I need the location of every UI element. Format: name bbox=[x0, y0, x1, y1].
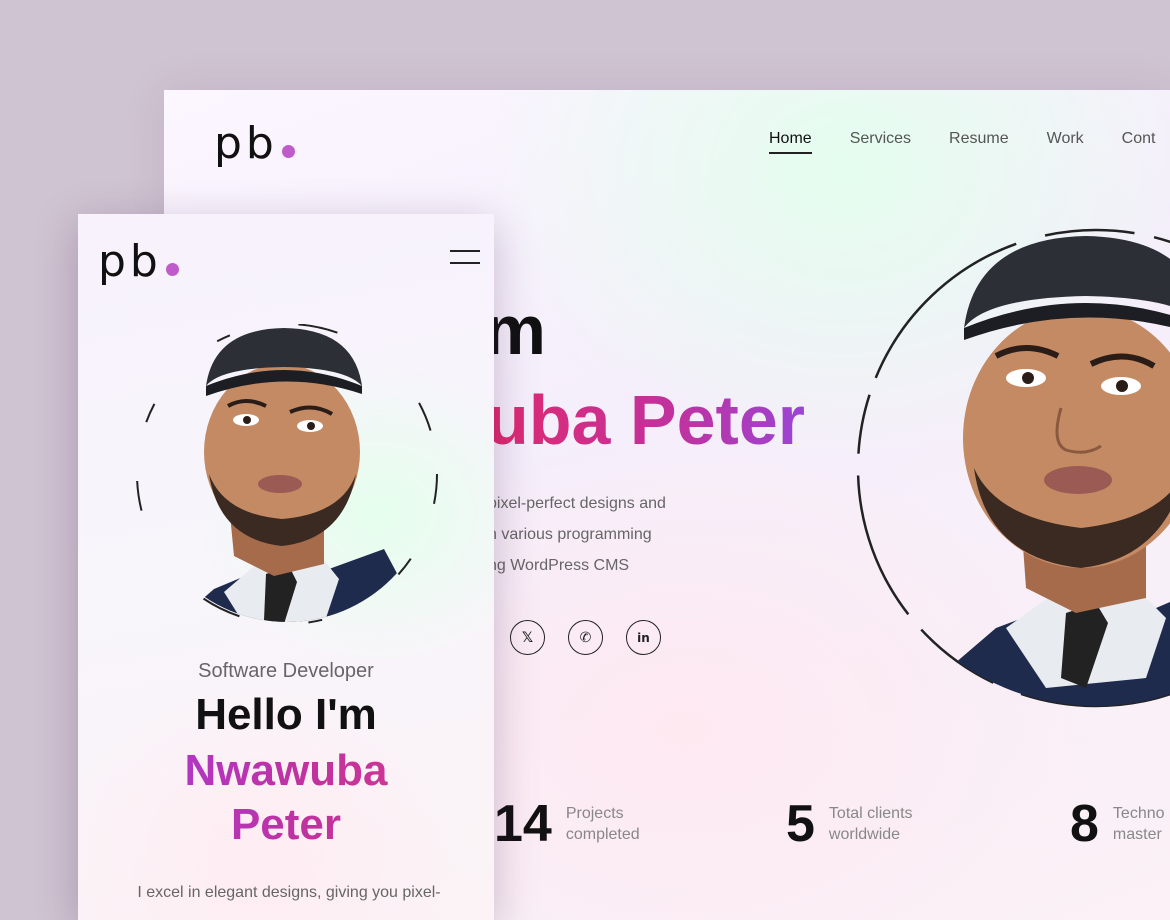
hero-portrait-avatar bbox=[136, 324, 438, 624]
stat-label: Techno master bbox=[1112, 805, 1165, 843]
logo-text: pb bbox=[214, 118, 278, 169]
hero-name-first: Nwawuba bbox=[184, 746, 388, 795]
hero-bio-line: n various programming bbox=[488, 526, 652, 543]
nav-contact[interactable]: Cont bbox=[1122, 130, 1156, 154]
mobile-preview: pb Software Developer Hello I'm Nwawuba … bbox=[78, 214, 494, 920]
stat-number: 14 bbox=[494, 795, 552, 853]
hero-name: uba Peter bbox=[486, 381, 805, 459]
stat-number: 5 bbox=[786, 795, 815, 853]
hero-greeting: Hello I'm bbox=[195, 690, 377, 739]
hero-portrait-avatar bbox=[856, 228, 1170, 708]
logo-text: pb bbox=[98, 236, 162, 287]
hero-role: Software Developer bbox=[198, 660, 374, 682]
stat-label: Projects completed bbox=[565, 805, 640, 843]
hero-greeting: m bbox=[486, 291, 546, 369]
nav-services[interactable]: Services bbox=[850, 130, 911, 154]
nav-home[interactable]: Home bbox=[769, 130, 812, 154]
main-nav: Home Services Resume Work Cont bbox=[769, 130, 1155, 154]
stat-label: Total clients worldwide bbox=[828, 805, 913, 843]
linkedin-icon[interactable]: in bbox=[626, 620, 661, 655]
site-logo[interactable]: pb bbox=[98, 236, 179, 287]
nav-resume[interactable]: Resume bbox=[949, 130, 1009, 154]
social-links: 𝕏 ✆ in bbox=[510, 620, 661, 655]
hero-bio-line: ng WordPress CMS bbox=[488, 557, 630, 574]
logo-dot bbox=[281, 145, 295, 158]
hero-bio-line: I excel in elegant designs, giving you p… bbox=[137, 884, 441, 901]
menu-icon[interactable] bbox=[450, 250, 480, 264]
hero-bio: pixel-perfect designs and n various prog… bbox=[488, 488, 728, 581]
hero-bio-line: pixel-perfect designs and bbox=[488, 495, 666, 512]
hero-bio: I excel in elegant designs, giving you p… bbox=[114, 878, 464, 908]
site-logo[interactable]: pb bbox=[214, 118, 295, 169]
stat-clients: 5 Total clients worldwide bbox=[786, 798, 913, 850]
stat-number: 8 bbox=[1070, 795, 1099, 853]
x-icon[interactable]: 𝕏 bbox=[510, 620, 545, 655]
whatsapp-icon[interactable]: ✆ bbox=[568, 620, 603, 655]
stat-technologies: 8 Techno master bbox=[1070, 798, 1165, 850]
stat-projects: 14 Projects completed bbox=[494, 798, 640, 850]
hero-name-last: Peter bbox=[230, 800, 342, 849]
nav-work[interactable]: Work bbox=[1047, 130, 1084, 154]
hero-name: Nwawuba Peter bbox=[78, 744, 494, 852]
logo-dot bbox=[165, 263, 179, 276]
